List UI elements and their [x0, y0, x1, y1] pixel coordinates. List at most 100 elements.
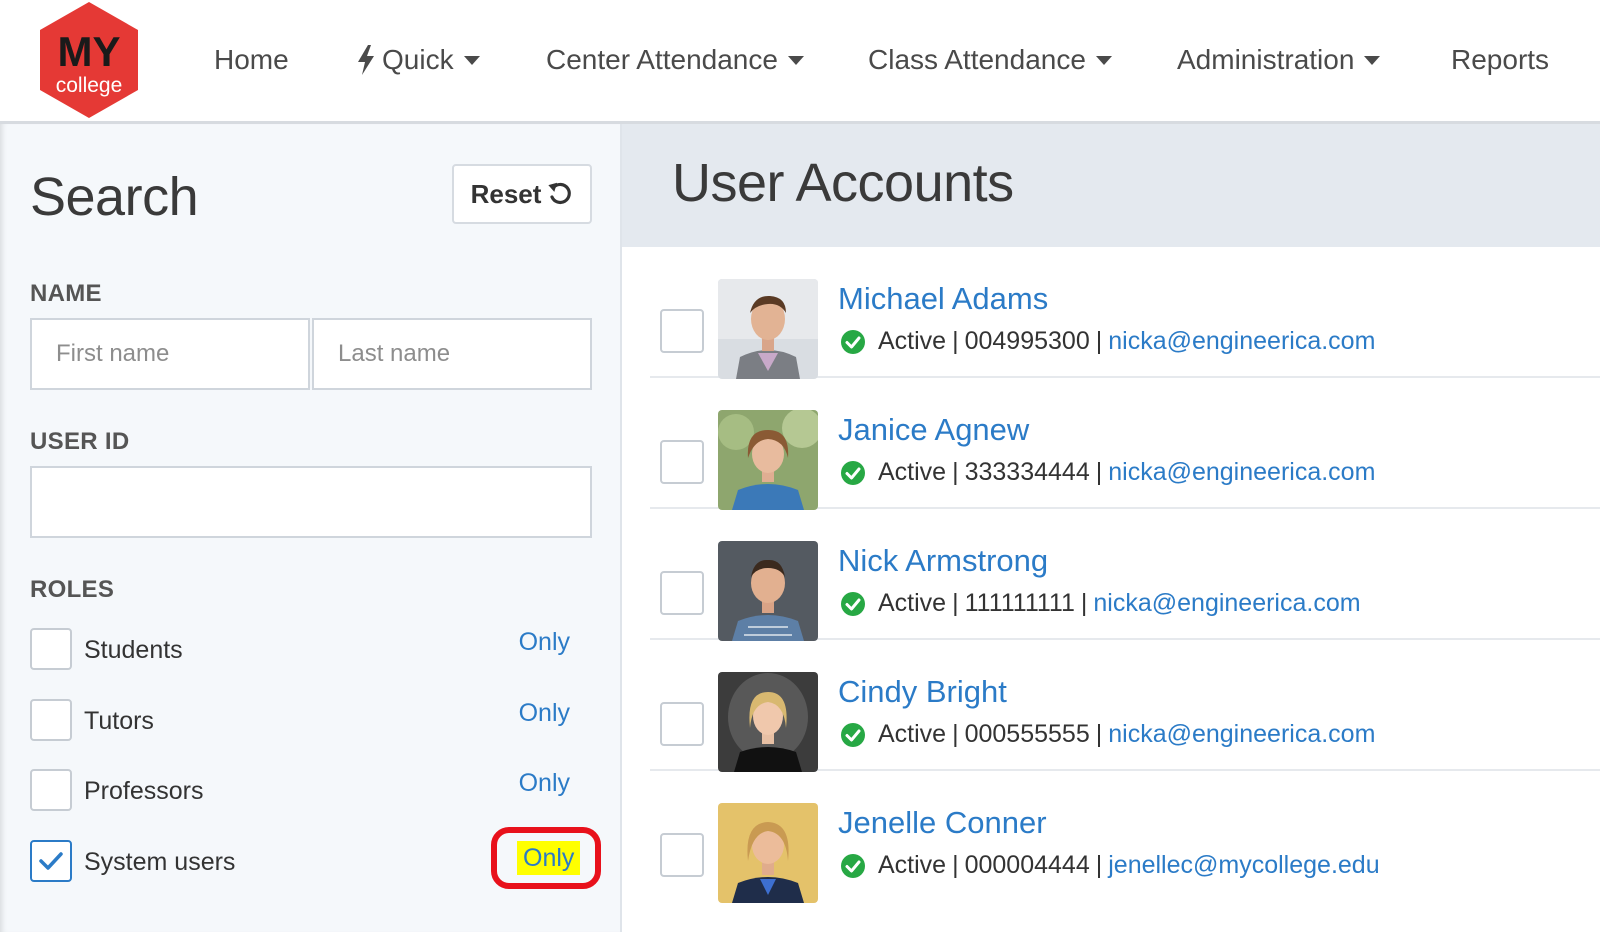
- user-select-checkbox[interactable]: [660, 440, 704, 484]
- separator: |: [952, 327, 959, 355]
- students-only-link[interactable]: Only: [519, 628, 570, 657]
- separator: |: [952, 851, 959, 879]
- user-name-link[interactable]: Nick Armstrong: [838, 543, 1048, 579]
- list-item: Janice Agnew Active | 333334444 | nicka@…: [650, 378, 1600, 510]
- role-label: Students: [84, 636, 183, 664]
- check-circle-icon: [841, 722, 865, 747]
- user-select-checkbox[interactable]: [660, 571, 704, 615]
- user-id-text: 000004444: [964, 851, 1090, 879]
- user-id-text: 333334444: [964, 458, 1090, 486]
- email-link[interactable]: nicka@engineerica.com: [1108, 720, 1375, 749]
- nav-center-attendance[interactable]: Center Attendance: [546, 40, 804, 80]
- separator: |: [1095, 720, 1103, 748]
- user-name-link[interactable]: Michael Adams: [838, 281, 1048, 317]
- user-list: Michael Adams Active | 004995300 | nicka…: [622, 247, 1600, 932]
- user-name-link[interactable]: Cindy Bright: [838, 674, 1007, 710]
- user-id-text: 004995300: [964, 327, 1090, 355]
- role-label: System users: [84, 848, 236, 876]
- chevron-down-icon: [463, 55, 480, 65]
- first-name-input[interactable]: [30, 318, 310, 390]
- user-id-input[interactable]: [30, 466, 592, 538]
- avatar: [718, 279, 818, 379]
- name-label: NAME: [30, 280, 102, 307]
- nav-home[interactable]: Home: [214, 40, 289, 80]
- separator: |: [1095, 458, 1103, 486]
- check-circle-icon: [841, 460, 865, 485]
- email-link[interactable]: nicka@engineerica.com: [1108, 327, 1375, 356]
- separator: |: [952, 720, 959, 748]
- lightning-bolt-icon: [358, 45, 374, 75]
- nav-administration-label: Administration: [1177, 44, 1355, 75]
- user-select-checkbox[interactable]: [660, 833, 704, 877]
- avatar: [718, 410, 818, 510]
- role-label: Tutors: [84, 707, 154, 735]
- nav-class-attendance[interactable]: Class Attendance: [868, 40, 1112, 80]
- tutors-only-link[interactable]: Only: [519, 699, 570, 728]
- page-title: User Accounts: [672, 153, 1014, 213]
- search-panel: Search Reset NAME USER ID ROLES Students…: [0, 124, 622, 932]
- list-item: Nick Armstrong Active | 111111111 | nick…: [650, 509, 1600, 641]
- system-users-checkbox[interactable]: [30, 840, 72, 882]
- chevron-down-icon: [787, 55, 804, 65]
- nav-quick-label: Quick: [382, 44, 454, 75]
- user-meta: Active | 000555555 | nicka@engineerica.c…: [840, 720, 1375, 749]
- user-select-checkbox[interactable]: [660, 309, 704, 353]
- list-item: Jenelle Conner Active | 000004444 | jene…: [650, 771, 1600, 903]
- list-item: Cindy Bright Active | 000555555 | nicka@…: [650, 640, 1600, 772]
- reset-button[interactable]: Reset: [452, 164, 592, 224]
- role-label: Professors: [84, 777, 204, 805]
- professors-checkbox[interactable]: [30, 769, 72, 811]
- search-title: Search: [30, 167, 199, 227]
- nav-class-attendance-label: Class Attendance: [868, 44, 1086, 75]
- reset-icon: [548, 182, 572, 205]
- email-link[interactable]: nicka@engineerica.com: [1108, 458, 1375, 487]
- check-circle-icon: [841, 591, 865, 616]
- system-users-only-highlight: Only: [491, 827, 601, 889]
- top-navigation-bar: MY college Home Quick Center Attendance …: [0, 0, 1600, 124]
- nav-reports[interactable]: Reports: [1451, 40, 1549, 80]
- main-nav: Home Quick Center Attendance Class Atten…: [0, 40, 1600, 80]
- avatar: [718, 803, 818, 903]
- nav-center-attendance-label: Center Attendance: [546, 44, 778, 75]
- role-row-professors: Professors Only: [30, 769, 590, 813]
- nav-home-label: Home: [214, 44, 289, 75]
- separator: |: [1095, 327, 1103, 355]
- avatar: [718, 541, 818, 641]
- content-header: User Accounts: [622, 124, 1600, 247]
- check-circle-icon: [841, 329, 865, 354]
- user-name-link[interactable]: Jenelle Conner: [838, 805, 1047, 841]
- nav-administration[interactable]: Administration: [1177, 40, 1381, 80]
- nav-quick[interactable]: Quick: [356, 40, 480, 80]
- roles-label: ROLES: [30, 576, 115, 603]
- chevron-down-icon: [1095, 55, 1112, 65]
- user-meta: Active | 004995300 | nicka@engineerica.c…: [840, 327, 1375, 356]
- status-text: Active: [878, 851, 947, 879]
- email-link[interactable]: jenellec@mycollege.edu: [1108, 851, 1379, 880]
- user-meta: Active | 333334444 | nicka@engineerica.c…: [840, 458, 1375, 487]
- status-text: Active: [878, 720, 947, 748]
- system-users-only-link[interactable]: Only: [517, 841, 581, 875]
- user-select-checkbox[interactable]: [660, 702, 704, 746]
- tutors-checkbox[interactable]: [30, 699, 72, 741]
- professors-only-link[interactable]: Only: [519, 769, 570, 798]
- checkmark-icon: [39, 852, 63, 870]
- separator: |: [952, 458, 959, 486]
- role-row-students: Students Only: [30, 628, 590, 672]
- role-row-tutors: Tutors Only: [30, 699, 590, 743]
- user-name-link[interactable]: Janice Agnew: [838, 412, 1029, 448]
- user-id-label: USER ID: [30, 428, 130, 455]
- status-text: Active: [878, 327, 947, 355]
- reset-button-label: Reset: [470, 178, 542, 209]
- user-id-text: 000555555: [964, 720, 1090, 748]
- separator: |: [1080, 589, 1088, 617]
- user-meta: Active | 000004444 | jenellec@mycollege.…: [840, 851, 1380, 880]
- user-id-text: 111111111: [964, 589, 1075, 617]
- email-link[interactable]: nicka@engineerica.com: [1093, 589, 1360, 618]
- avatar: [718, 672, 818, 772]
- students-checkbox[interactable]: [30, 628, 72, 670]
- separator: |: [1095, 851, 1103, 879]
- check-circle-icon: [841, 853, 865, 878]
- last-name-input[interactable]: [312, 318, 592, 390]
- chevron-down-icon: [1364, 55, 1381, 65]
- separator: |: [952, 589, 959, 617]
